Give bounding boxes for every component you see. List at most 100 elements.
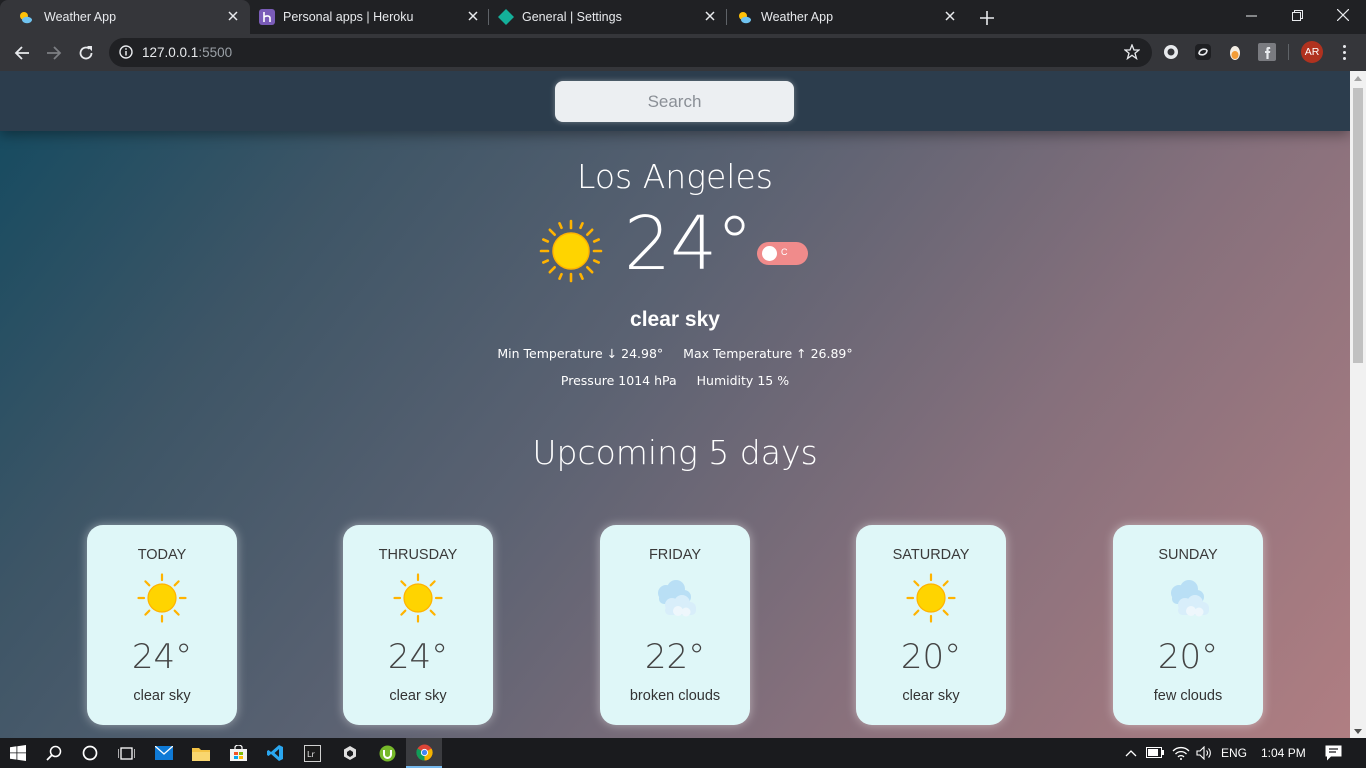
minimize-button[interactable] — [1228, 0, 1274, 30]
address-bar[interactable]: 127.0.0.1:5500 — [109, 38, 1152, 67]
url-host: 127.0.0.1 — [142, 45, 199, 60]
weather-page: Los Angeles 24° C clear sky Min Temperat… — [0, 71, 1350, 738]
arrow-right-icon — [47, 46, 62, 60]
file-explorer-app[interactable] — [183, 738, 219, 768]
restore-button[interactable] — [1274, 0, 1320, 30]
extension-circle-icon[interactable] — [1162, 43, 1180, 61]
forecast-day: TODAY — [137, 547, 187, 563]
search-input[interactable] — [555, 81, 794, 122]
extension-link-icon[interactable] — [1194, 43, 1212, 61]
forecast-card: SATURDAY 20° clear sky — [856, 525, 1006, 725]
action-center-icon[interactable] — [1325, 745, 1342, 761]
task-view-button[interactable] — [108, 738, 144, 768]
url-text: 127.0.0.1:5500 — [142, 45, 232, 60]
page-header — [0, 71, 1350, 131]
forecast-temp: 20° — [1157, 637, 1219, 677]
chrome-icon — [415, 744, 433, 761]
unit-toggle[interactable]: C — [757, 242, 808, 265]
weather-description: clear sky — [630, 308, 720, 331]
unity-app[interactable] — [332, 738, 368, 768]
close-tab-icon[interactable] — [701, 7, 719, 25]
reload-button[interactable] — [73, 40, 99, 66]
scroll-up-arrow-icon[interactable] — [1350, 71, 1366, 85]
file-explorer-icon — [192, 747, 210, 761]
forecast-temp: 24° — [387, 637, 449, 677]
humidity-label: Humidity — [696, 373, 754, 388]
close-tab-icon[interactable] — [224, 7, 242, 25]
pressure-value: 1014 hPa — [618, 373, 677, 388]
unity-icon — [344, 746, 356, 760]
tab-title: Personal apps | Heroku — [283, 10, 414, 24]
extension-drop-icon[interactable] — [1226, 43, 1244, 61]
wifi-icon[interactable] — [1172, 745, 1190, 760]
close-window-button[interactable] — [1320, 0, 1366, 30]
vscode-app[interactable] — [257, 738, 293, 768]
close-tab-icon[interactable] — [941, 7, 959, 25]
tab-title: Weather App — [44, 10, 117, 24]
max-temperature: Max Temperature ↑ 26.89° — [683, 346, 852, 361]
sun-icon — [393, 573, 443, 623]
forecast-desc: clear sky — [902, 688, 960, 704]
page-scrollbar[interactable] — [1350, 71, 1366, 738]
tab-strip: Weather App Personal apps | Heroku Gener… — [0, 0, 1366, 34]
forecast-card: TODAY 24° clear sky — [87, 525, 237, 725]
close-icon — [1337, 9, 1349, 21]
back-button[interactable] — [9, 40, 35, 66]
browser-menu-icon[interactable] — [1335, 42, 1353, 62]
forecast-desc: clear sky — [133, 688, 191, 704]
forecast-desc: broken clouds — [629, 688, 721, 704]
vscode-icon — [267, 745, 283, 761]
forecast-card: THRUSDAY 24° clear sky — [343, 525, 493, 725]
lightroom-app[interactable]: Lr — [294, 738, 330, 768]
settings-favicon-icon — [498, 9, 514, 25]
current-temperature: 24° — [624, 201, 753, 287]
scrollbar-thumb[interactable] — [1353, 88, 1363, 363]
task-view-icon — [117, 746, 135, 760]
sun-icon — [906, 573, 956, 623]
url-port: :5500 — [198, 45, 233, 60]
new-tab-button[interactable] — [976, 7, 998, 29]
forecast-temp: 24° — [131, 637, 193, 677]
tab-title: General | Settings — [522, 10, 622, 24]
tab-weather-app[interactable]: Weather App — [0, 0, 250, 34]
scroll-down-arrow-icon[interactable] — [1350, 724, 1366, 738]
bookmark-star-icon[interactable] — [1124, 44, 1140, 60]
forecast-day: THRUSDAY — [378, 547, 458, 563]
start-button[interactable] — [0, 738, 36, 768]
restore-icon — [1291, 9, 1303, 21]
toggle-knob — [762, 246, 777, 261]
tab-settings[interactable]: General | Settings — [489, 0, 727, 34]
chrome-app[interactable] — [406, 738, 442, 768]
info-icon[interactable] — [119, 45, 133, 59]
facebook-extension-icon[interactable] — [1258, 43, 1276, 61]
forecast-desc: few clouds — [1153, 688, 1223, 704]
language-indicator[interactable]: ENG — [1221, 746, 1247, 760]
profile-avatar[interactable]: AR — [1301, 41, 1323, 63]
clock[interactable]: 1:04 PM — [1261, 746, 1306, 760]
humidity-value: 15 % — [757, 373, 790, 388]
cortana-button[interactable] — [72, 738, 108, 768]
humidity: Humidity 15 % — [697, 373, 789, 388]
tab-heroku[interactable]: Personal apps | Heroku — [250, 0, 490, 34]
sun-icon — [137, 573, 187, 623]
max-temp-value: ↑ 26.89° — [796, 346, 853, 361]
utorrent-app[interactable] — [369, 738, 405, 768]
sun-icon — [539, 219, 603, 283]
cloud-icon — [650, 573, 700, 623]
tab-weather-app-2[interactable]: Weather App — [727, 0, 967, 34]
close-tab-icon[interactable] — [464, 7, 482, 25]
store-app[interactable] — [220, 738, 256, 768]
mail-app[interactable] — [146, 738, 182, 768]
upcoming-title: Upcoming 5 days — [532, 433, 818, 472]
heroku-favicon-icon — [259, 9, 275, 25]
weather-favicon-icon — [20, 12, 32, 24]
forward-button[interactable] — [41, 40, 67, 66]
chevron-up-icon[interactable] — [1125, 749, 1137, 757]
volume-icon[interactable] — [1196, 746, 1212, 760]
city-name: Los Angeles — [577, 157, 773, 196]
forecast-day: SUNDAY — [1158, 547, 1218, 563]
taskbar-search-button[interactable] — [36, 738, 72, 768]
battery-icon[interactable] — [1146, 747, 1164, 758]
max-temp-label: Max Temperature — [683, 346, 793, 361]
toolbar-separator — [1288, 44, 1289, 60]
